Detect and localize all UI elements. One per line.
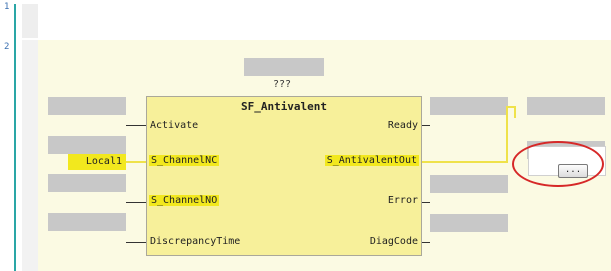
pin-s-antivalentout[interactable]: S_AntivalentOut xyxy=(324,155,419,166)
output-placeholder-error[interactable] xyxy=(430,175,508,193)
output-placeholder-ready[interactable] xyxy=(430,97,508,115)
function-block-type[interactable]: SF_Antivalent xyxy=(147,100,421,113)
wire-branch-vertical xyxy=(506,106,508,163)
instance-placeholder[interactable] xyxy=(244,58,324,76)
wire-branch-tick xyxy=(514,106,516,118)
input-variable-local1[interactable]: Local1 xyxy=(68,154,126,170)
wire-channelno xyxy=(126,202,146,203)
wire-error xyxy=(422,202,430,203)
pin-error[interactable]: Error xyxy=(388,195,418,206)
highlight-annotation xyxy=(512,141,604,187)
pin-activate[interactable]: Activate xyxy=(150,120,198,131)
wire-channelnc xyxy=(126,161,146,163)
wire-discrepancy xyxy=(126,242,146,243)
input-placeholder-channelno[interactable] xyxy=(48,174,126,192)
line-number-2: 2 xyxy=(4,42,10,52)
input-placeholder-discrepancy[interactable] xyxy=(48,213,126,231)
wire-activate xyxy=(126,125,146,126)
gutter-bar xyxy=(14,4,16,271)
pin-ready[interactable]: Ready xyxy=(388,120,418,131)
wire-ready xyxy=(422,125,430,126)
pin-s-channelno[interactable]: S_ChannelNO xyxy=(149,195,220,206)
line-number-1: 1 xyxy=(4,2,10,12)
input-placeholder-channelnc-upper[interactable] xyxy=(48,136,126,154)
line-number-gutter: 1 2 xyxy=(0,0,22,271)
far-right-placeholder[interactable] xyxy=(527,97,605,115)
pin-diagcode[interactable]: DiagCode xyxy=(370,236,418,247)
pin-discrepancytime[interactable]: DiscrepancyTime xyxy=(150,236,240,247)
instance-name[interactable]: ??? xyxy=(252,79,312,90)
network-1-area[interactable] xyxy=(22,4,38,38)
network-2-margin xyxy=(22,40,38,271)
wire-antivalentout xyxy=(422,161,508,163)
function-block[interactable]: SF_Antivalent Activate S_ChannelNC S_Cha… xyxy=(146,96,422,256)
input-placeholder-activate[interactable] xyxy=(48,97,126,115)
output-placeholder-diagcode[interactable] xyxy=(430,214,508,232)
wire-diagcode xyxy=(422,242,430,243)
pin-s-channelnc[interactable]: S_ChannelNC xyxy=(149,155,220,166)
